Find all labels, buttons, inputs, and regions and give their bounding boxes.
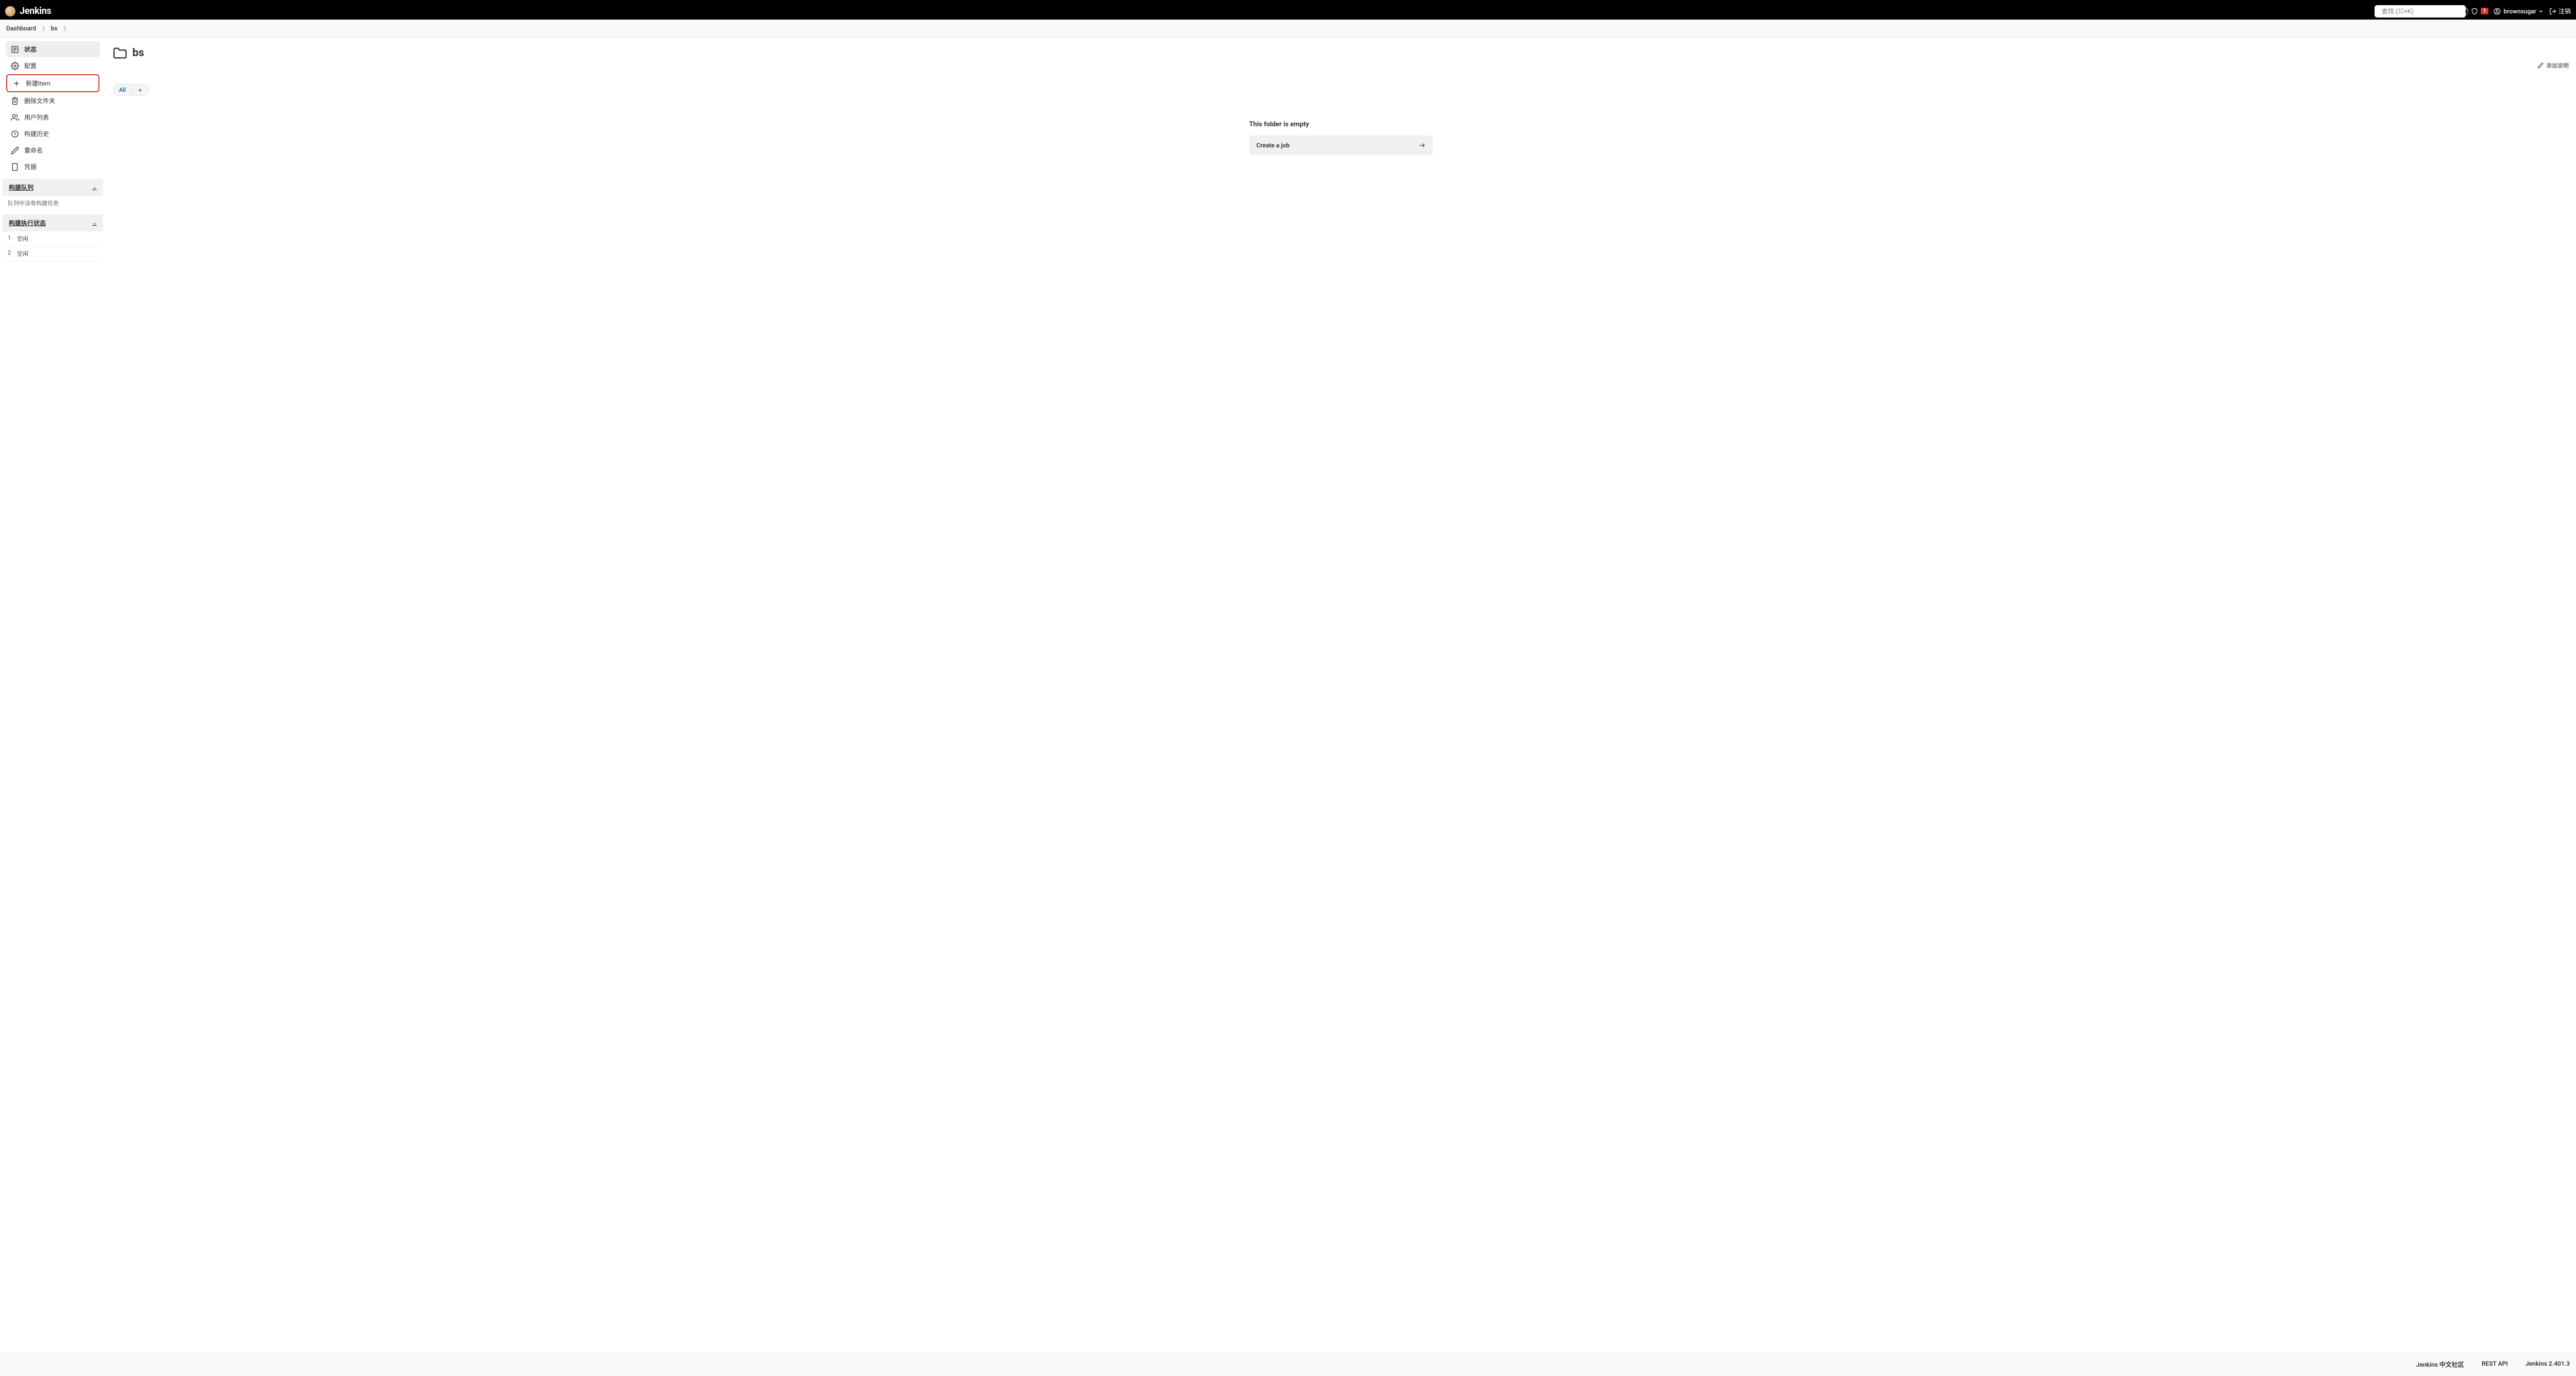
main-content: bs 添加说明 All This folder is empty Create … [106, 38, 2576, 1352]
sidebar-item-label: 状态 [24, 45, 37, 54]
alerts-count: 1 [2481, 8, 2489, 14]
executor-num: 2 [8, 249, 13, 258]
sidebar: 状态 配置 新建Item 删除文件夹 用户列表 构建历史 重命名 凭据 [0, 38, 106, 1352]
breadcrumb-item[interactable]: Dashboard [5, 24, 37, 33]
build-queue-empty: 队列中没有构建任务 [3, 196, 103, 210]
create-job-label: Create a job [1257, 142, 1290, 149]
sidebar-item-configure[interactable]: 配置 [6, 58, 100, 74]
sidebar-item-label: 配置 [24, 61, 37, 70]
search-box[interactable]: ? [2375, 5, 2466, 18]
sidebar-item-status[interactable]: 状态 [6, 41, 100, 57]
sidebar-item-label: 重命名 [24, 146, 43, 155]
pencil-icon [11, 146, 19, 155]
gear-icon [11, 62, 19, 70]
tab-add[interactable] [131, 84, 149, 96]
sidebar-item-label: 删除文件夹 [24, 96, 55, 105]
folder-icon [113, 47, 127, 59]
executor-num: 1 [8, 234, 13, 243]
breadcrumb: Dashboard ❯ bs ❯ [0, 20, 2576, 38]
user-name: brownsugar [2503, 8, 2536, 15]
build-queue-title: 构建队列 [9, 183, 33, 192]
chevron-down-icon: ⌄ [92, 184, 97, 191]
add-description-label: 添加说明 [2546, 61, 2569, 70]
sidebar-item-label: 凭据 [24, 162, 37, 171]
chevron-down-icon [2539, 9, 2543, 13]
sidebar-item-delete-folder[interactable]: 删除文件夹 [6, 93, 100, 109]
brand[interactable]: Jenkins [5, 6, 51, 16]
footer: Jenkins 中文社区 REST API Jenkins 2.401.3 [0, 1352, 2576, 1376]
brand-name: Jenkins [20, 6, 51, 16]
plus-icon [12, 79, 21, 88]
user-icon [2494, 8, 2501, 15]
tab-all[interactable]: All [113, 84, 131, 96]
logout-button[interactable]: 注销 [2549, 7, 2571, 15]
executors-header[interactable]: 构建执行状态 ⌄ [3, 214, 103, 231]
footer-community[interactable]: Jenkins 中文社区 [2416, 1360, 2464, 1369]
chevron-right-icon: ❯ [39, 26, 47, 31]
footer-version[interactable]: Jenkins 2.401.3 [2526, 1360, 2570, 1369]
executor-row: 1 空闲 [3, 231, 103, 246]
history-icon [11, 130, 19, 138]
executor-row: 2 空闲 [3, 246, 103, 261]
sidebar-item-credentials[interactable]: 凭据 [6, 159, 100, 175]
create-job-button[interactable]: Create a job [1249, 136, 1433, 155]
logout-label: 注销 [2558, 7, 2571, 15]
sidebar-item-rename[interactable]: 重命名 [6, 142, 100, 158]
page-title-text: bs [132, 47, 144, 59]
sidebar-item-users[interactable]: 用户列表 [6, 109, 100, 125]
user-menu[interactable]: brownsugar [2494, 8, 2543, 15]
sidebar-item-build-history[interactable]: 构建历史 [6, 126, 100, 142]
sidebar-item-label: 新建Item [26, 79, 50, 88]
executors-title: 构建执行状态 [9, 219, 46, 227]
arrow-right-icon [1418, 142, 1426, 149]
executor-status: 空闲 [17, 249, 28, 258]
plus-icon [138, 88, 143, 93]
empty-title: This folder is empty [1249, 121, 1433, 128]
sidebar-item-label: 构建历史 [24, 129, 49, 138]
sidebar-item-label: 用户列表 [24, 113, 49, 122]
add-description-button[interactable]: 添加说明 [2537, 61, 2569, 70]
chevron-right-icon: ❯ [60, 26, 69, 31]
search-input[interactable] [2382, 8, 2462, 15]
trash-icon [11, 97, 19, 105]
credentials-icon [11, 163, 19, 171]
build-queue-header[interactable]: 构建队列 ⌄ [3, 179, 103, 196]
help-icon[interactable]: ? [2465, 8, 2468, 15]
chevron-down-icon: ⌄ [92, 220, 97, 226]
footer-rest-api[interactable]: REST API [2482, 1360, 2508, 1369]
jenkins-logo-icon [5, 6, 15, 16]
executor-status: 空闲 [17, 234, 28, 243]
breadcrumb-item[interactable]: bs [49, 24, 58, 33]
page-title: bs [113, 47, 2569, 59]
alerts[interactable]: 1 [2471, 8, 2489, 15]
logout-icon [2549, 8, 2556, 15]
sidebar-item-new-item[interactable]: 新建Item [6, 74, 99, 92]
status-icon [11, 45, 19, 54]
tab-all-label: All [119, 87, 126, 93]
shield-icon [2471, 8, 2478, 15]
pencil-icon [2537, 62, 2544, 69]
users-icon [11, 113, 19, 122]
